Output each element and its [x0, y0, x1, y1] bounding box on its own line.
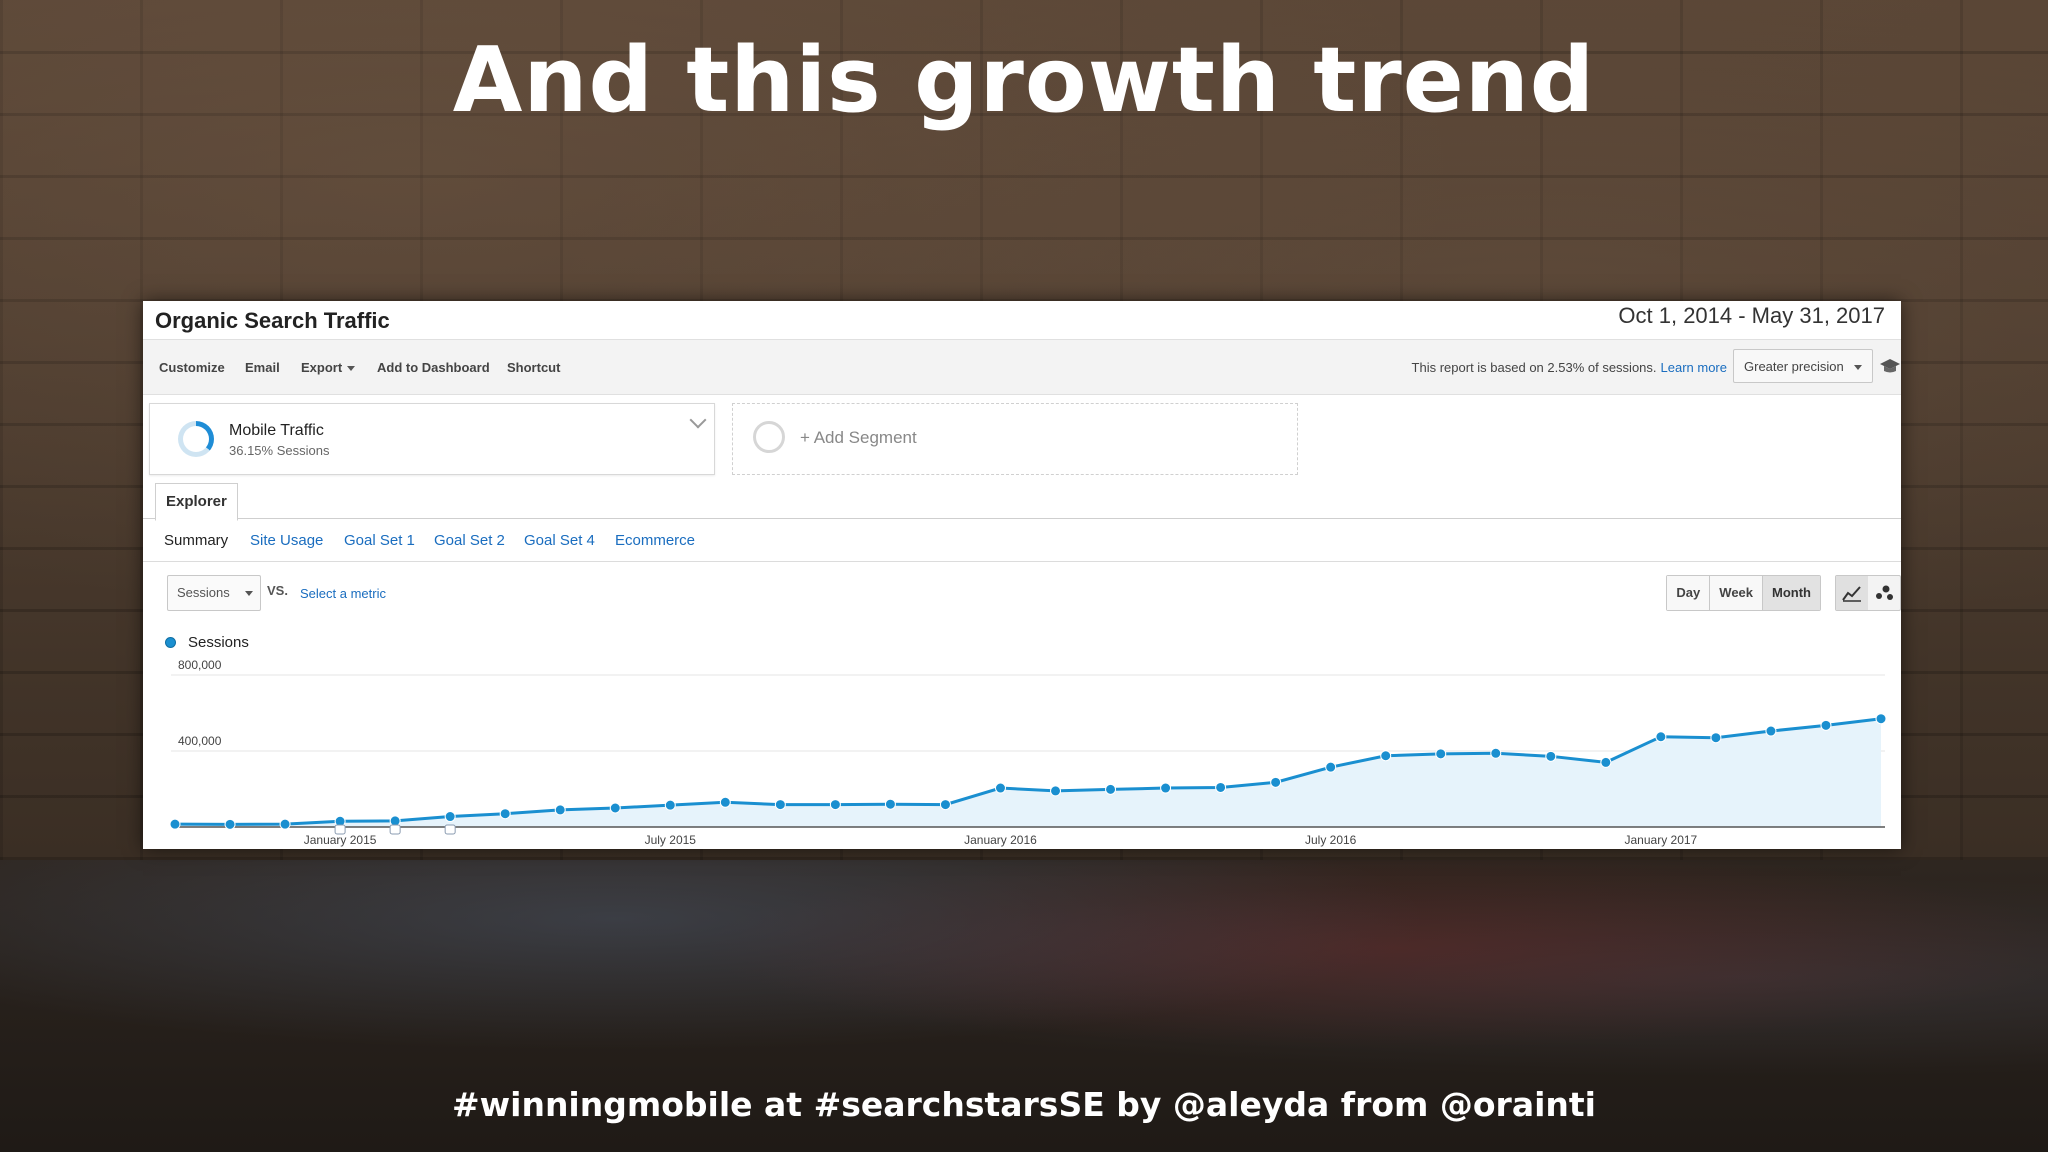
y-tick-label: 400,000: [178, 734, 222, 748]
segment-ring-icon: [178, 421, 214, 457]
report-toolbar: Customize Email Export Add to Dashboard …: [143, 340, 1901, 395]
segment-share: 36.15% Sessions: [229, 443, 330, 458]
learn-more-link[interactable]: Learn more: [1661, 360, 1727, 375]
sessions-data-point: [664, 799, 676, 811]
date-range-picker[interactable]: Oct 1, 2014 - May 31, 2017: [1614, 301, 1889, 331]
motion-chart-button[interactable]: [1868, 576, 1900, 610]
explorer-subtabs: Summary Site Usage Goal Set 1 Goal Set 2…: [143, 519, 1901, 562]
sessions-data-point: [279, 818, 291, 830]
metric-select-label: Sessions: [177, 585, 230, 600]
chevron-down-icon: [347, 366, 356, 372]
sessions-area-fill: [175, 718, 1881, 827]
sessions-data-point: [1160, 782, 1172, 794]
export-button[interactable]: Export: [301, 360, 356, 375]
chart-type-toggle: [1835, 575, 1901, 611]
sessions-data-point: [389, 815, 401, 827]
annotation-marker-icon: [389, 824, 401, 835]
legend-label-sessions: Sessions: [188, 634, 249, 651]
subtab-site-usage[interactable]: Site Usage: [250, 532, 323, 549]
subtab-goal-set-2[interactable]: Goal Set 2: [434, 532, 505, 549]
sampling-shield-icon[interactable]: [1879, 356, 1901, 376]
sessions-area-chart: 800,000 400,000 January 2015 July 2015 Janua…: [169, 658, 1887, 847]
slide-footer-hashtags: #winningmobile at #searchstarsSE by @ale…: [452, 1085, 1596, 1124]
sessions-data-point: [554, 804, 566, 816]
metric-select[interactable]: Sessions: [167, 575, 261, 611]
add-segment-label: + Add Segment: [800, 428, 917, 447]
sessions-data-point: [224, 818, 236, 830]
sessions-data-point: [939, 799, 951, 811]
y-tick-label: 800,000: [178, 658, 222, 672]
sessions-data-point: [1270, 776, 1282, 788]
export-label: Export: [301, 360, 343, 375]
precision-dropdown[interactable]: Greater precision: [1733, 349, 1873, 383]
segment-card-mobile-traffic[interactable]: Mobile Traffic 36.15% Sessions: [149, 403, 715, 475]
sessions-data-point: [1600, 756, 1612, 768]
line-chart-icon: [1842, 586, 1861, 602]
vs-label: VS.: [267, 583, 288, 598]
subtab-goal-set-1[interactable]: Goal Set 1: [344, 532, 415, 549]
bubble-chart-icon: [1876, 585, 1893, 600]
x-tick-label: July 2015: [645, 833, 697, 847]
explorer-tabs: Explorer: [143, 481, 1901, 521]
sessions-data-point: [444, 811, 456, 823]
sessions-data-point: [994, 782, 1006, 794]
email-button[interactable]: Email: [245, 360, 280, 375]
line-chart-button[interactable]: [1836, 576, 1868, 610]
sessions-data-point: [1765, 725, 1777, 737]
sessions-data-point: [1105, 783, 1117, 795]
sessions-data-point: [169, 818, 181, 830]
chevron-down-icon: [245, 591, 253, 596]
shortcut-button[interactable]: Shortcut: [507, 360, 560, 375]
sessions-data-point: [1820, 719, 1832, 731]
sessions-data-point: [829, 799, 841, 811]
segment-name: Mobile Traffic: [229, 422, 324, 439]
sessions-data-point: [1875, 713, 1887, 725]
sessions-data-point: [884, 798, 896, 810]
sessions-data-point: [774, 799, 786, 811]
sampling-note: This report is based on 2.53% of session…: [1412, 360, 1727, 375]
report-header: Organic Search Traffic Oct 1, 2014 - May…: [143, 301, 1901, 340]
sessions-data-point: [1050, 785, 1062, 797]
period-day-button[interactable]: Day: [1667, 576, 1711, 610]
subtab-goal-set-4[interactable]: Goal Set 4: [524, 532, 595, 549]
slide-title: And this growth trend: [452, 28, 1596, 133]
period-toggle: Day Week Month: [1666, 575, 1821, 611]
sessions-data-point: [1435, 748, 1447, 760]
x-tick-label: January 2016: [964, 833, 1037, 847]
sessions-data-point: [1545, 750, 1557, 762]
period-week-button[interactable]: Week: [1710, 576, 1764, 610]
sessions-data-point: [1380, 750, 1392, 762]
add-segment-button[interactable]: + Add Segment: [732, 403, 1298, 475]
legend-swatch: [165, 637, 176, 648]
subtab-ecommerce[interactable]: Ecommerce: [615, 532, 695, 549]
annotation-marker-icon: [444, 824, 456, 835]
sessions-data-point: [1215, 781, 1227, 793]
subtab-summary[interactable]: Summary: [164, 532, 228, 549]
sessions-data-point: [1655, 731, 1667, 743]
sessions-data-point: [719, 796, 731, 808]
chart-controls: Sessions VS. Select a metric Day Week Mo…: [143, 573, 1901, 613]
sessions-data-point: [1490, 747, 1502, 759]
chevron-down-icon[interactable]: [689, 411, 707, 429]
x-tick-label: January 2017: [1625, 833, 1698, 847]
report-title: Organic Search Traffic: [155, 308, 390, 333]
empty-segment-ring-icon: [753, 421, 785, 453]
sessions-data-point: [1325, 761, 1337, 773]
sessions-data-point: [1710, 732, 1722, 744]
tab-explorer[interactable]: Explorer: [155, 483, 238, 521]
sessions-data-point: [499, 808, 511, 820]
sampling-note-text: This report is based on 2.53% of session…: [1411, 360, 1657, 375]
analytics-report-panel: Organic Search Traffic Oct 1, 2014 - May…: [143, 301, 1901, 849]
x-tick-label: July 2016: [1305, 833, 1357, 847]
select-metric-link[interactable]: Select a metric: [300, 586, 386, 601]
chevron-down-icon: [1854, 365, 1862, 370]
customize-button[interactable]: Customize: [159, 360, 225, 375]
add-to-dashboard-button[interactable]: Add to Dashboard: [377, 360, 490, 375]
sessions-data-point: [609, 802, 621, 814]
precision-label: Greater precision: [1744, 359, 1844, 374]
x-tick-label: January 2015: [304, 833, 377, 847]
period-month-button[interactable]: Month: [1763, 576, 1820, 610]
